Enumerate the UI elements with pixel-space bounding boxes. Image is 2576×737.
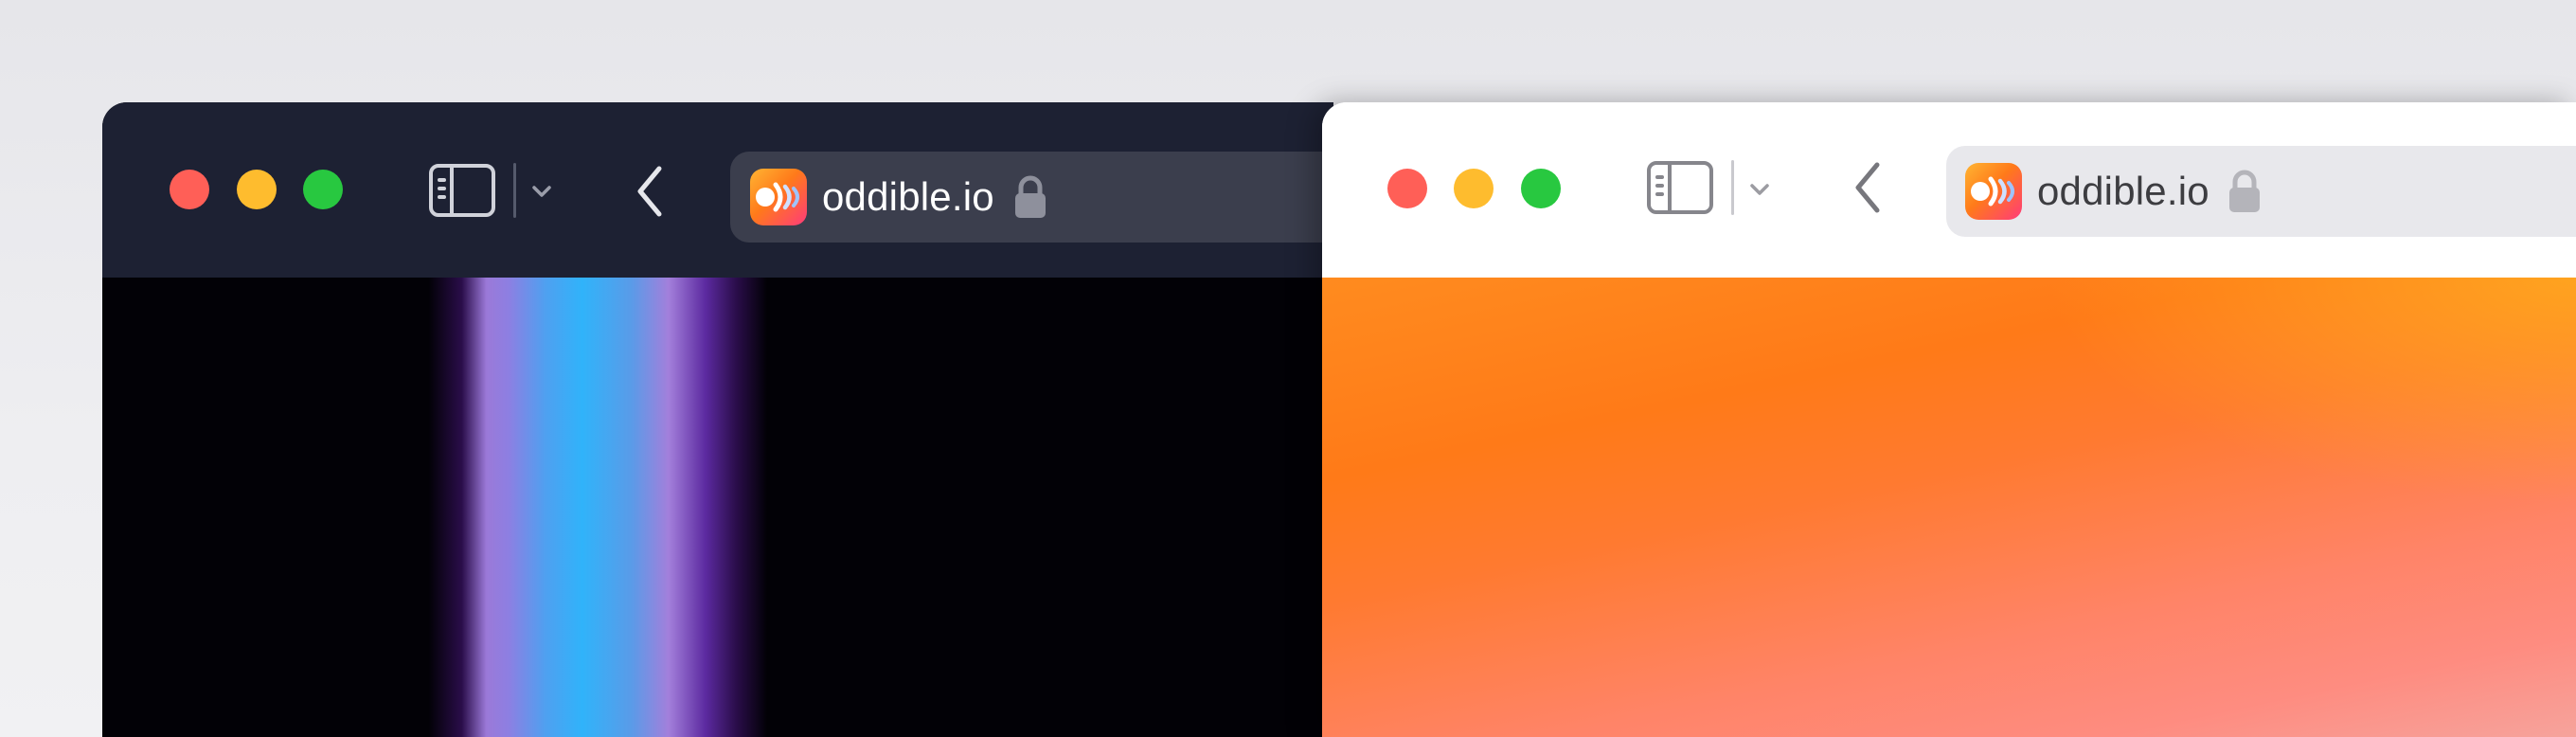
lock-icon bbox=[2229, 170, 2260, 212]
tab-group-chevron-icon[interactable] bbox=[530, 184, 553, 199]
browser-window-light: oddible.io bbox=[1322, 102, 2576, 737]
address-bar[interactable]: oddible.io bbox=[730, 152, 1333, 243]
oddible-logo-icon bbox=[750, 169, 807, 225]
page-content bbox=[102, 278, 1333, 737]
oddible-logo-icon bbox=[1965, 163, 2022, 220]
close-button[interactable] bbox=[170, 170, 209, 209]
zoom-button[interactable] bbox=[1521, 169, 1561, 208]
url-text: oddible.io bbox=[822, 174, 994, 219]
minimize-button[interactable] bbox=[1454, 169, 1494, 208]
close-button[interactable] bbox=[1387, 169, 1427, 208]
back-chevron-icon[interactable] bbox=[1851, 161, 1885, 214]
sidebar-toggle-icon[interactable] bbox=[429, 164, 495, 217]
toolbar: oddible.io bbox=[1322, 102, 2576, 278]
sidebar-toggle-icon[interactable] bbox=[1647, 161, 1713, 214]
address-bar[interactable]: oddible.io bbox=[1946, 146, 2576, 237]
minimize-button[interactable] bbox=[237, 170, 277, 209]
page-content bbox=[1322, 278, 2576, 737]
lock-icon bbox=[1015, 175, 1046, 218]
url-text: oddible.io bbox=[2037, 169, 2209, 213]
browser-window-dark: oddible.io bbox=[102, 102, 1333, 737]
zoom-button[interactable] bbox=[303, 170, 343, 209]
toolbar-separator bbox=[1731, 160, 1734, 215]
toolbar: oddible.io bbox=[102, 102, 1333, 278]
toolbar-separator bbox=[513, 163, 516, 218]
tab-group-chevron-icon[interactable] bbox=[1748, 182, 1771, 197]
back-chevron-icon[interactable] bbox=[633, 165, 667, 218]
